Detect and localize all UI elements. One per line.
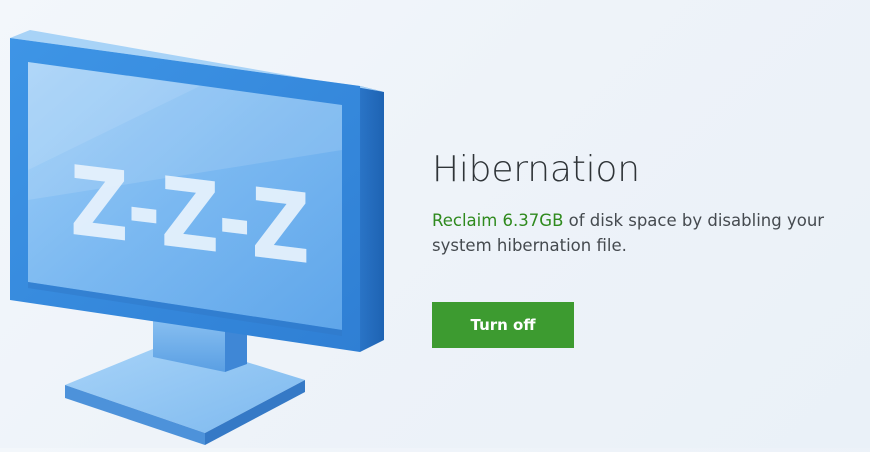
hibernation-description: Reclaim 6.37GB of disk space by disablin…	[432, 208, 870, 258]
hibernation-content: Hibernation Reclaim 6.37GB of disk space…	[432, 149, 870, 348]
reclaim-amount: Reclaim 6.37GB	[432, 211, 564, 230]
turn-off-button[interactable]: Turn off	[432, 302, 574, 348]
hibernation-panel: Z-Z-Z Hibernation Reclaim 6.37GB of disk…	[0, 0, 870, 448]
sleeping-monitor-icon: Z-Z-Z	[0, 0, 410, 448]
page-title: Hibernation	[432, 149, 640, 190]
